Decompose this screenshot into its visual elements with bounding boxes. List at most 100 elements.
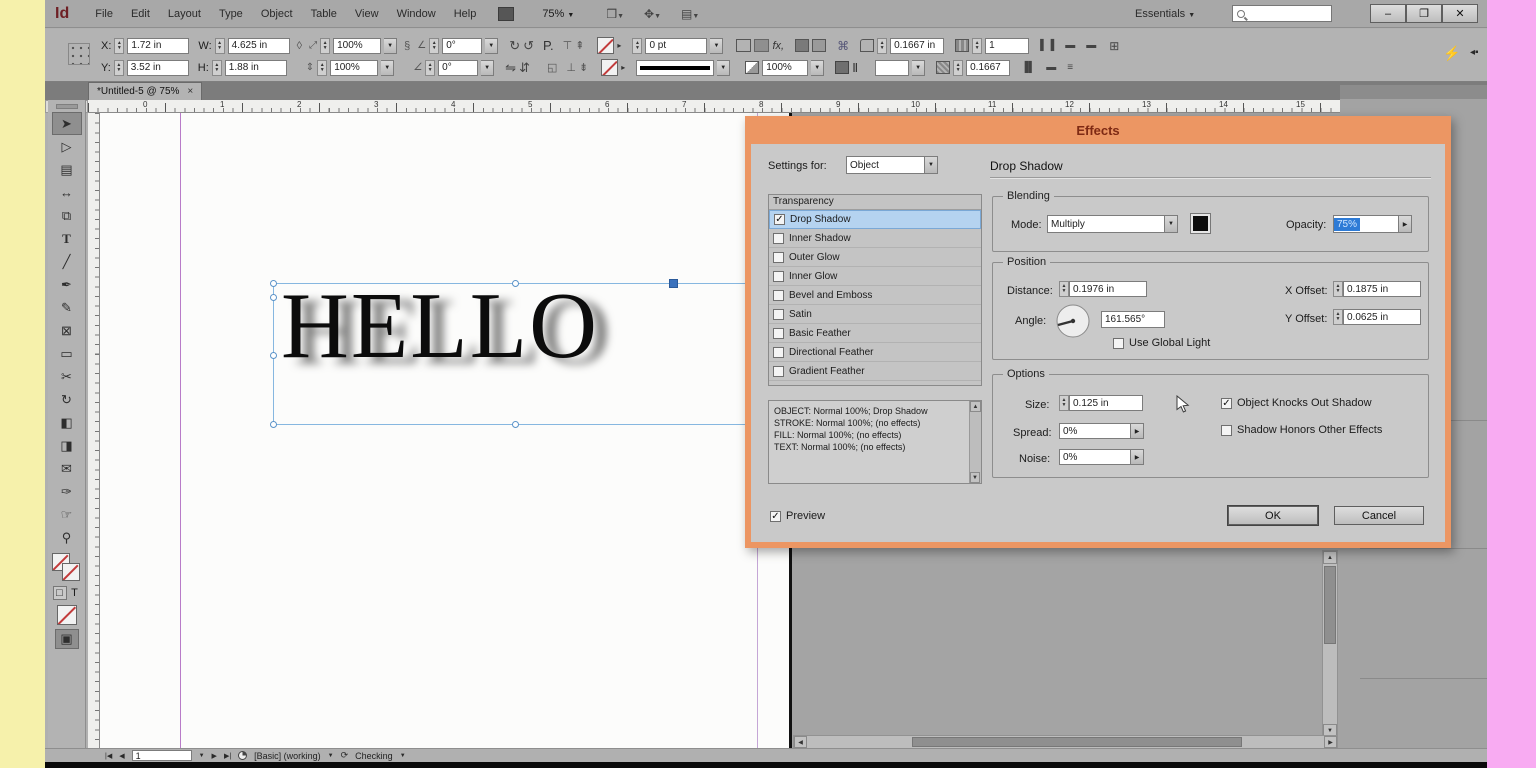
scroll-up-icon[interactable]: ▲ — [1323, 551, 1337, 564]
effect-checkbox[interactable] — [773, 289, 784, 301]
multi-line-icon[interactable]: ≡ — [1067, 62, 1073, 73]
gutter-field[interactable]: 0.1667 — [966, 59, 1011, 76]
use-global-light-checkbox[interactable]: Use Global Light — [1113, 337, 1210, 349]
chevron-down-icon[interactable]: ▼ — [384, 37, 398, 54]
shear-field[interactable]: 0° — [438, 59, 479, 76]
corner-shape-icon[interactable] — [754, 39, 770, 52]
settings-for-dropdown[interactable]: Object ▼ — [846, 156, 938, 174]
rotate-cw-icon[interactable]: ↻ — [509, 38, 520, 54]
fit-content-icon[interactable]: Ⅱ — [852, 61, 858, 75]
scroll-thumb[interactable] — [1324, 566, 1336, 644]
paragraph-icon[interactable]: P. — [543, 38, 554, 53]
size-field[interactable]: ▲ ▼ 0.125 in — [1059, 395, 1143, 411]
vertical-scrollbar[interactable]: ▲ ▼ — [1322, 550, 1338, 738]
effect-checkbox[interactable] — [773, 232, 784, 244]
page-tool[interactable]: ▤ — [52, 158, 82, 181]
eyedropper-tool[interactable]: ✑ — [52, 480, 82, 503]
y-stepper[interactable]: ▲ ▼ — [113, 59, 124, 76]
view-options-button[interactable]: ❒▼ — [606, 7, 624, 21]
knockout-checkbox[interactable]: ✓ Object Knocks Out Shadow — [1221, 397, 1372, 409]
link-scale-icon[interactable]: § — [404, 40, 410, 52]
constrain-link-icon[interactable]: ◊ — [297, 40, 302, 52]
y-offset-stepper[interactable]: ▲ ▼ — [1333, 309, 1343, 325]
effect-checkbox[interactable] — [773, 270, 784, 282]
preflight-menu-icon[interactable]: ▼ — [328, 753, 334, 759]
zoom-tool[interactable]: ⚲ — [52, 526, 82, 549]
scale-y-stepper[interactable]: ▲ ▼ — [317, 59, 328, 76]
minimize-button[interactable]: – — [1370, 4, 1406, 23]
page-number-field[interactable]: 1 — [131, 750, 192, 761]
rotate-ccw-icon[interactable]: ↺ — [523, 38, 534, 54]
frame-handle[interactable] — [512, 421, 519, 428]
line-style-icon[interactable]: ▬ — [1086, 40, 1096, 51]
scale-x-field[interactable]: 100% — [333, 37, 382, 54]
corner-options-icon[interactable] — [736, 39, 752, 52]
cancel-button[interactable]: Cancel — [1334, 506, 1424, 525]
last-page-button[interactable]: ▶| — [224, 752, 231, 760]
horizontal-scrollbar[interactable]: ◀ ▶ — [793, 735, 1338, 749]
frame-handle[interactable] — [270, 280, 277, 287]
stroke-menu-arrow[interactable]: ▸ — [621, 63, 625, 72]
arrange-documents-button[interactable]: ▤▼ — [681, 7, 699, 21]
spread-dropdown[interactable]: 0% ▶ — [1059, 423, 1144, 439]
scroll-left-icon[interactable]: ◀ — [794, 736, 807, 748]
menu-window[interactable]: Window — [391, 8, 442, 20]
stroke-swatch-none[interactable] — [601, 59, 619, 76]
formatting-container-toggle[interactable]: □ — [52, 586, 67, 600]
next-page-button[interactable]: ▶ — [212, 752, 217, 760]
first-page-button[interactable]: |◀ — [105, 752, 112, 760]
bridge-icon[interactable] — [498, 6, 515, 21]
align-left-icon[interactable]: ▌▐ — [1040, 40, 1054, 51]
hello-text[interactable]: HELLO — [281, 277, 599, 376]
scale-x-stepper[interactable]: ▲ ▼ — [320, 37, 331, 54]
gap-tool[interactable]: ↔ — [52, 181, 82, 204]
blend-mode-icon[interactable] — [835, 61, 850, 74]
quick-apply-icon[interactable]: ⚡ — [1443, 45, 1460, 62]
page-menu-icon[interactable]: ▼ — [199, 753, 205, 759]
chevron-down-icon[interactable]: ▼ — [717, 59, 731, 76]
x-field[interactable]: 1.72 in — [127, 37, 190, 54]
align-right-icon[interactable]: ▐▌ — [1021, 62, 1035, 73]
gutter-stepper[interactable]: ▲ ▼ — [953, 59, 964, 76]
search-input[interactable] — [1232, 5, 1332, 22]
rectangle-tool[interactable]: ▭ — [52, 342, 82, 365]
align-top-icon[interactable]: ⊤ — [563, 39, 573, 52]
x-offset-field[interactable]: ▲ ▼ 0.1875 in — [1333, 281, 1421, 297]
chevron-down-icon[interactable]: ▼ — [485, 37, 499, 54]
shear-stepper[interactable]: ▲ ▼ — [425, 59, 436, 76]
frame-handle[interactable] — [270, 421, 277, 428]
menu-help[interactable]: Help — [448, 8, 483, 20]
effect-checkbox[interactable] — [773, 365, 784, 377]
para-space-icon[interactable]: ▬ — [1065, 40, 1075, 51]
document-tab[interactable]: *Untitled-5 @ 75% × — [88, 82, 203, 100]
preflight-profile[interactable]: [Basic] (working) — [254, 751, 321, 761]
y-field[interactable]: 3.52 in — [126, 59, 189, 76]
scale-y-field[interactable]: 100% — [330, 59, 379, 76]
fill-swatch-none[interactable] — [597, 37, 615, 54]
frame-handle[interactable] — [270, 352, 277, 359]
menu-table[interactable]: Table — [305, 8, 343, 20]
distribute-icon[interactable]: ⇞ — [575, 39, 584, 52]
menu-file[interactable]: File — [89, 8, 119, 20]
menu-edit[interactable]: Edit — [125, 8, 156, 20]
select-container-icon[interactable]: ◱ — [547, 61, 557, 74]
horizontal-ruler[interactable]: 0 1 2 3 4 5 6 7 8 9 10 11 12 13 14 15 — [88, 100, 1340, 113]
h-field[interactable]: 1.88 in — [224, 59, 287, 76]
close-button[interactable]: ✕ — [1442, 4, 1478, 23]
gradient-swatch-tool[interactable]: ◧ — [52, 411, 82, 434]
w-stepper[interactable]: ▲ ▼ — [214, 37, 225, 54]
flip-h-icon[interactable]: ⇋ — [505, 60, 516, 76]
effect-checkbox[interactable] — [773, 327, 784, 339]
chevron-down-icon[interactable]: ▼ — [710, 37, 724, 54]
page[interactable] — [100, 113, 790, 748]
selection-tool[interactable]: ➤ — [51, 112, 82, 135]
effect-row-drop-shadow[interactable]: ✓ Drop Shadow — [769, 210, 981, 229]
effect-row-inner-glow[interactable]: Inner Glow — [769, 267, 981, 286]
frame-handle[interactable] — [512, 280, 519, 287]
frame-handle[interactable] — [270, 294, 277, 301]
distribute-v-icon[interactable]: ⇟ — [579, 61, 588, 74]
preview-checkbox[interactable]: ✓ Preview — [770, 510, 825, 522]
shadow-color-swatch[interactable] — [1190, 213, 1211, 234]
angle-dial[interactable] — [1055, 303, 1091, 344]
effect-row-gradient-feather[interactable]: Gradient Feather — [769, 362, 981, 381]
